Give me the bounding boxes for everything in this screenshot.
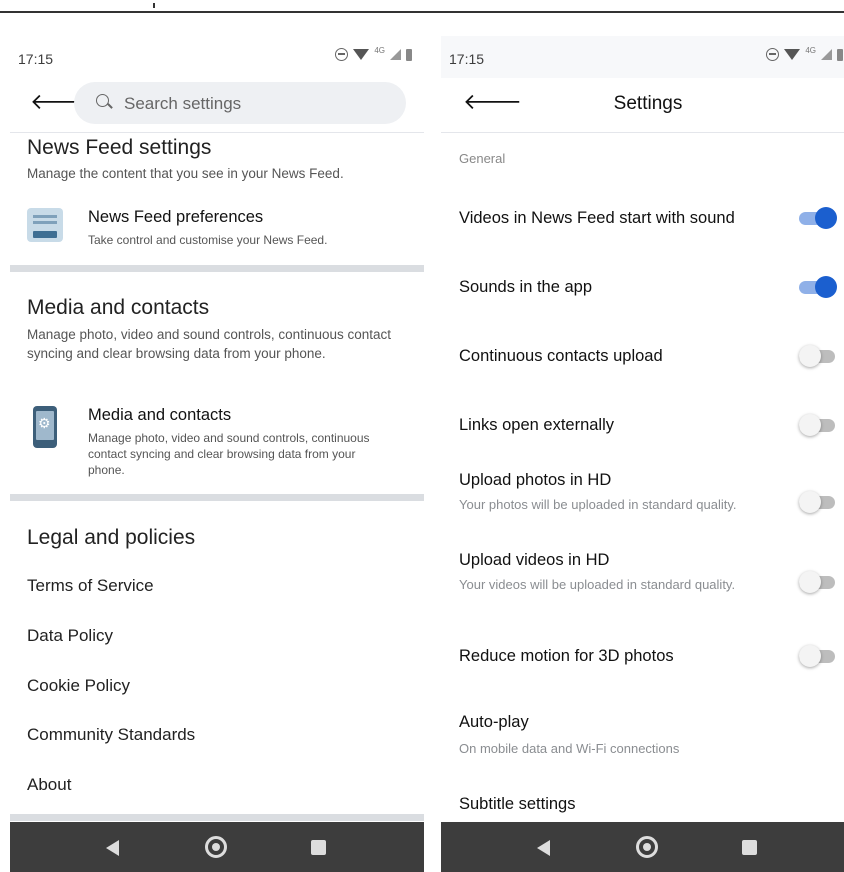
toggle-switch[interactable] — [799, 345, 835, 367]
news-feed-icon — [27, 208, 63, 242]
toggle-knob — [799, 645, 821, 667]
setting-label: Videos in News Feed start with sound — [459, 209, 735, 227]
nav-back-icon[interactable] — [537, 840, 550, 856]
section-divider — [10, 494, 424, 501]
data-policy-link[interactable]: Data Policy — [27, 626, 113, 646]
setting-sublabel: On mobile data and Wi-Fi connections — [459, 741, 680, 756]
setting-label: Continuous contacts upload — [459, 347, 663, 365]
do-not-disturb-icon — [335, 48, 349, 61]
settings-list: General Videos in News Feed start with s… — [441, 132, 844, 822]
group-label-general: General — [459, 151, 506, 166]
search-icon — [96, 94, 109, 107]
setting-label: Subtitle settings — [459, 795, 576, 813]
toggle-switch[interactable] — [799, 571, 835, 593]
toggle-switch[interactable] — [799, 491, 835, 513]
status-icons: 4G — [766, 46, 843, 61]
setting-label: Reduce motion for 3D photos — [459, 647, 674, 665]
setting-label: Sounds in the app — [459, 278, 593, 296]
signal-icon — [390, 49, 401, 60]
setting-sublabel: Your photos will be uploaded in standard… — [459, 497, 737, 512]
toggle-switch[interactable] — [799, 276, 837, 298]
nav-back-icon[interactable] — [106, 840, 119, 856]
status-time: 17:15 — [449, 51, 485, 67]
section-title-news-feed: News Feed settings — [27, 136, 212, 159]
toggle-switch[interactable] — [799, 207, 837, 229]
cookie-policy-link[interactable]: Cookie Policy — [27, 676, 130, 696]
setting-label: Upload videos in HD — [459, 551, 610, 569]
section-divider — [10, 265, 424, 272]
signal-icon — [821, 49, 832, 60]
toggle-knob — [815, 276, 837, 298]
setting-videos-sound[interactable]: Videos in News Feed start with sound — [441, 193, 844, 243]
divider — [10, 132, 424, 133]
setting-reduce-motion[interactable]: Reduce motion for 3D photos — [441, 633, 844, 683]
toggle-knob — [799, 345, 821, 367]
setting-label: Links open externally — [459, 416, 615, 434]
setting-subtitles[interactable]: Subtitle settings — [441, 783, 844, 823]
section-title-legal: Legal and policies — [27, 526, 196, 549]
wifi-icon — [353, 49, 370, 60]
terms-of-service-link[interactable]: Terms of Service — [27, 576, 154, 596]
status-bar: 17:15 4G — [10, 36, 424, 78]
page-title: Settings — [613, 93, 683, 114]
nav-home-icon[interactable] — [205, 836, 227, 858]
do-not-disturb-icon — [766, 48, 780, 61]
section-title-media: Media and contacts — [27, 296, 210, 319]
wifi-icon — [784, 49, 801, 60]
android-nav-bar — [441, 822, 844, 872]
toggle-knob — [799, 491, 821, 513]
setting-auto-play[interactable]: Auto-play On mobile data and Wi-Fi conne… — [441, 699, 844, 759]
search-input[interactable] — [122, 82, 396, 126]
search-header: 🡐 — [10, 78, 424, 132]
nav-recents-icon[interactable] — [311, 840, 326, 855]
setting-continuous-contacts[interactable]: Continuous contacts upload — [441, 333, 844, 383]
top-border-line — [0, 11, 844, 13]
status-bar: 17:15 4G — [441, 36, 844, 78]
setting-sounds-app[interactable]: Sounds in the app — [441, 263, 844, 313]
phone-settings-icon — [33, 406, 57, 448]
toggle-knob — [815, 207, 837, 229]
toggle-knob — [799, 571, 821, 593]
setting-upload-videos-hd[interactable]: Upload videos in HD Your videos will be … — [441, 541, 844, 611]
setting-label: Auto-play — [459, 713, 529, 731]
entry-desc: Manage photo, video and sound controls, … — [88, 431, 370, 477]
entry-title: News Feed preferences — [88, 208, 264, 226]
network-type: 4G — [374, 46, 385, 55]
media-and-contacts-item[interactable]: Media and contacts Manage photo, video a… — [27, 406, 414, 478]
section-divider — [10, 814, 424, 821]
battery-icon — [837, 48, 843, 61]
section-desc-news-feed: Manage the content that you see in your … — [27, 166, 344, 181]
network-type: 4G — [805, 46, 816, 55]
top-border-tick — [153, 3, 155, 8]
android-nav-bar — [10, 822, 424, 872]
setting-links-externally[interactable]: Links open externally — [441, 403, 844, 453]
phone-settings: 17:15 4G 🡐 Settings General Videos in Ne… — [441, 36, 844, 872]
about-link[interactable]: About — [27, 775, 71, 795]
news-feed-preferences-item[interactable]: News Feed preferences Take control and c… — [27, 208, 414, 252]
setting-label: Upload photos in HD — [459, 471, 612, 489]
toggle-switch[interactable] — [799, 414, 835, 436]
phone-search-settings: 17:15 4G 🡐 News Feed settings Manage the… — [10, 36, 424, 872]
nav-recents-icon[interactable] — [742, 840, 757, 855]
entry-title: Media and contacts — [88, 406, 232, 424]
nav-home-icon[interactable] — [636, 836, 658, 858]
search-bar[interactable] — [74, 82, 406, 126]
community-standards-link[interactable]: Community Standards — [27, 725, 195, 745]
entry-desc: Take control and customise your News Fee… — [88, 233, 328, 247]
top-border — [0, 0, 844, 16]
toggle-knob — [799, 414, 821, 436]
setting-sublabel: Your videos will be uploaded in standard… — [459, 577, 736, 592]
status-time: 17:15 — [18, 51, 54, 67]
setting-upload-photos-hd[interactable]: Upload photos in HD Your photos will be … — [441, 461, 844, 531]
section-desc-media: Manage photo, video and sound controls, … — [27, 327, 391, 361]
settings-header: 🡐 Settings — [441, 78, 844, 132]
status-icons: 4G — [335, 46, 412, 61]
battery-icon — [406, 48, 412, 61]
toggle-switch[interactable] — [799, 645, 835, 667]
